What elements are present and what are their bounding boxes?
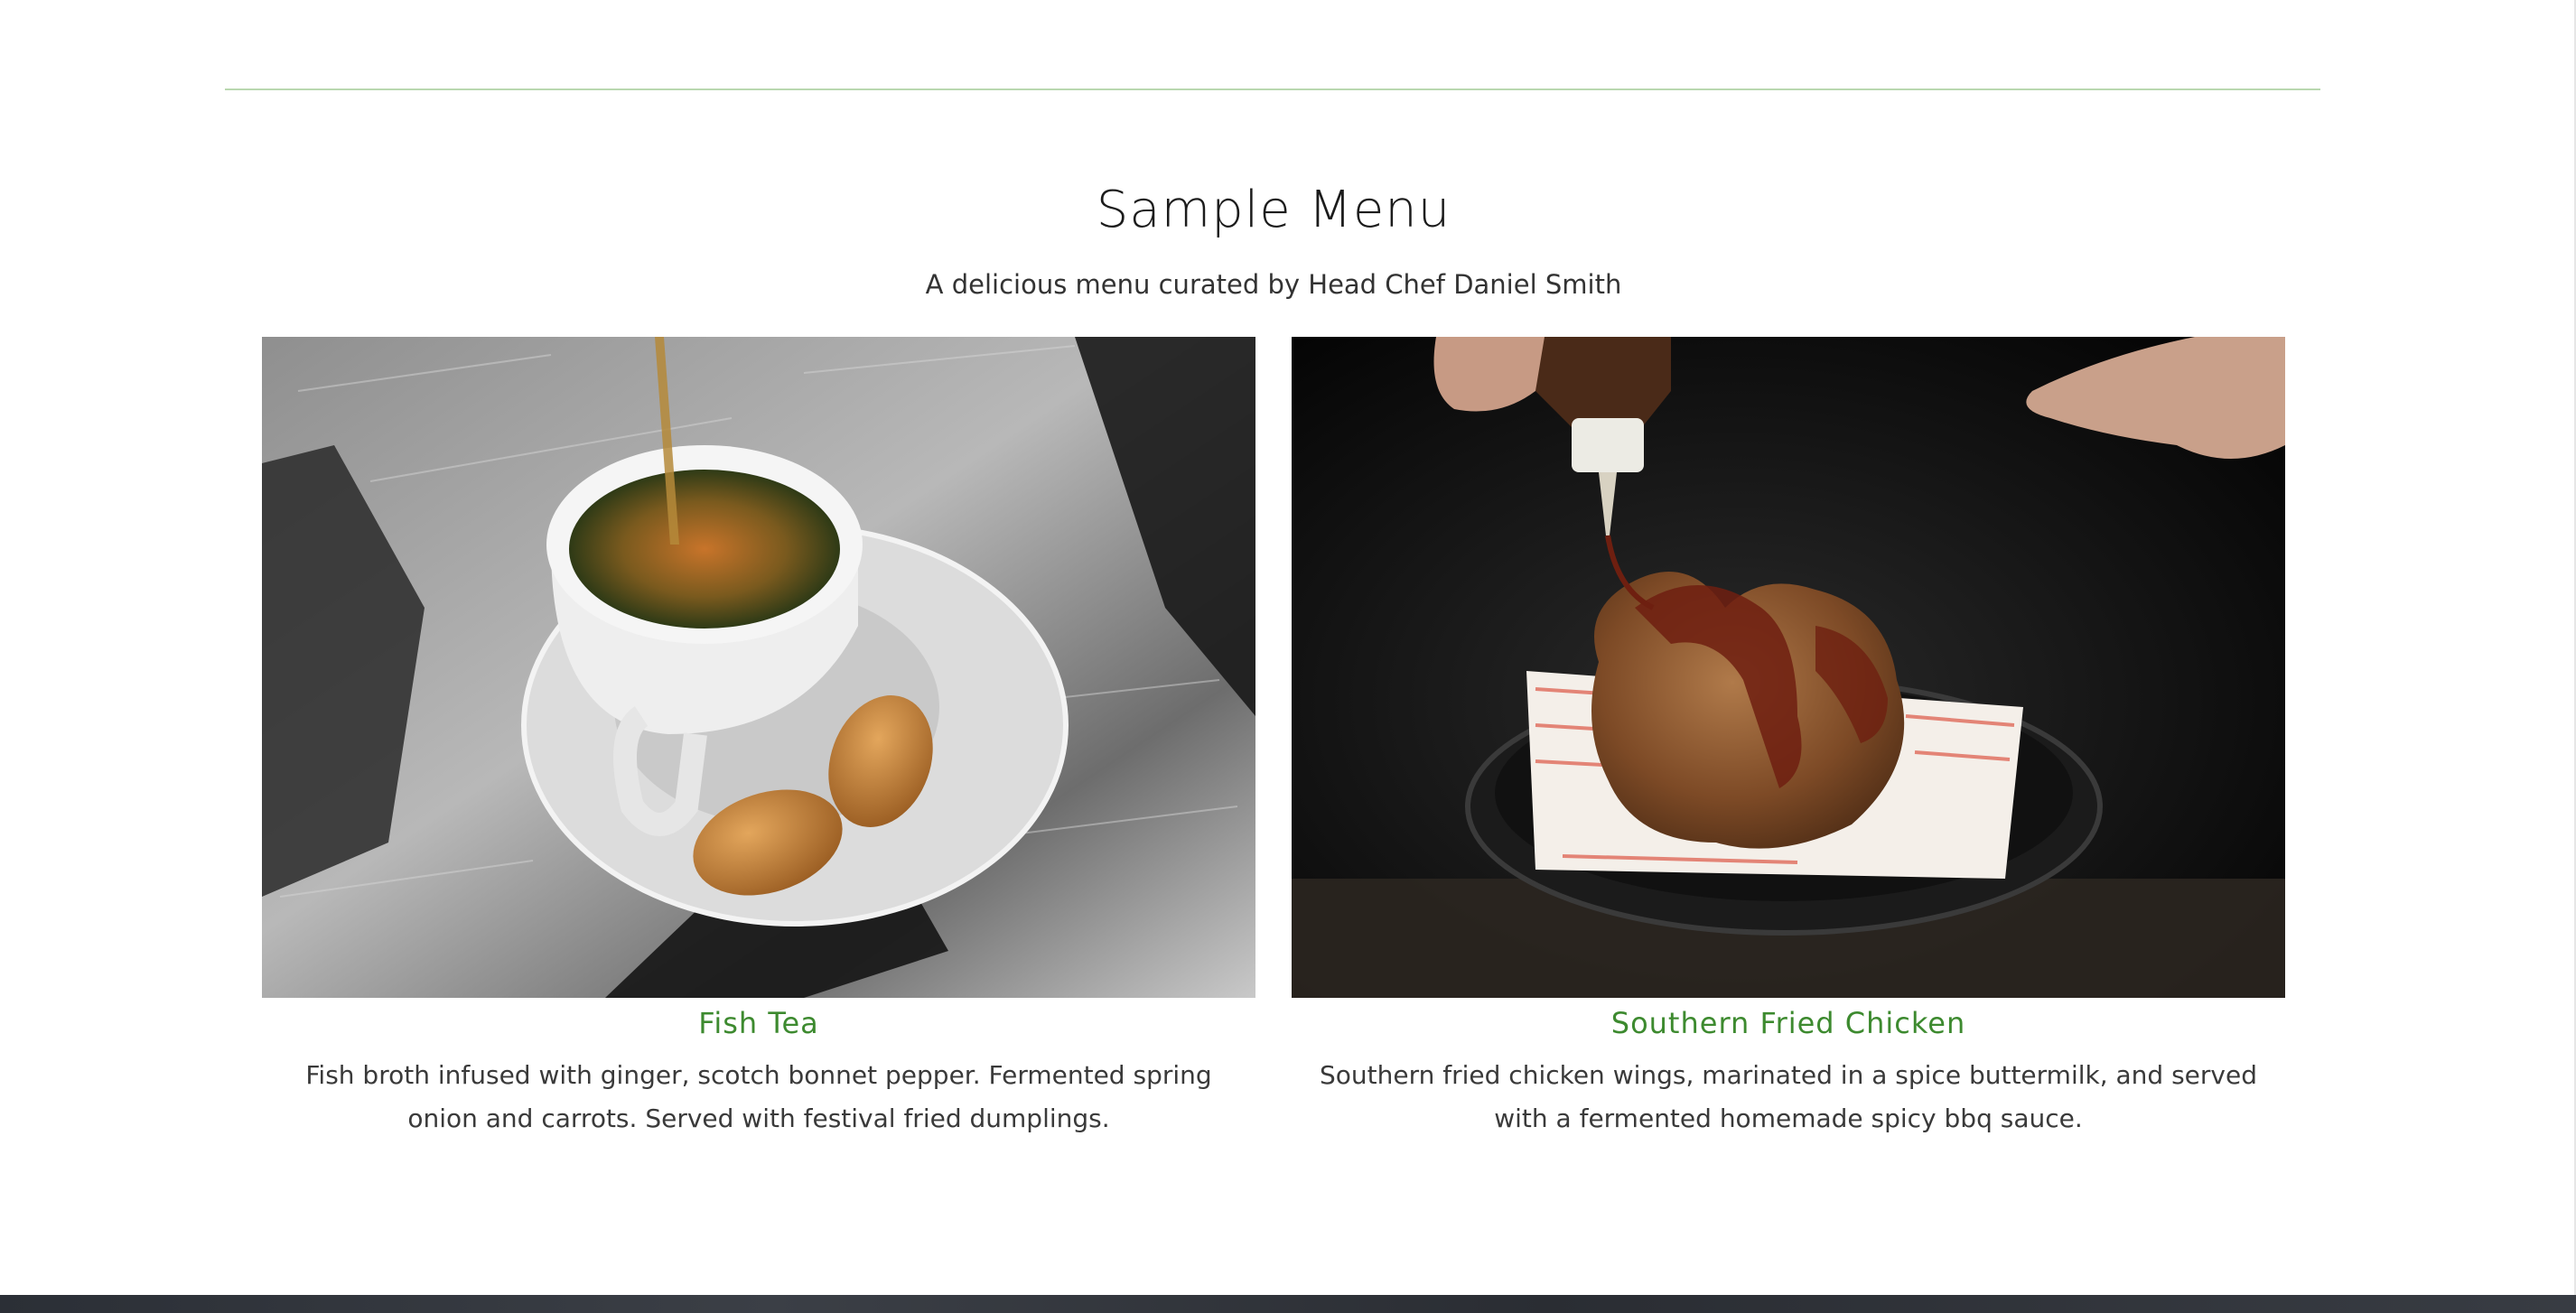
dish-card-southern-fried-chicken: Southern Fried Chicken Southern fried ch… <box>1292 337 2285 1141</box>
fried-chicken-photo <box>1292 337 2285 998</box>
fish-tea-photo <box>262 337 1255 998</box>
dish-description: Southern fried chicken wings, marinated … <box>1319 1060 2257 1133</box>
dish-name: Fish Tea <box>698 1006 819 1040</box>
section-divider <box>225 88 2320 90</box>
dish-description: Fish broth infused with ginger, scotch b… <box>305 1060 1212 1133</box>
dish-name: Southern Fried Chicken <box>1610 1006 1966 1040</box>
page-title: Sample Menu <box>1096 181 1451 239</box>
footer-banner <box>0 1295 2576 1313</box>
dish-card-fish-tea: Fish Tea Fish broth infused with ginger,… <box>262 337 1255 1141</box>
page-subtitle: A delicious menu curated by Head Chef Da… <box>925 269 1622 300</box>
